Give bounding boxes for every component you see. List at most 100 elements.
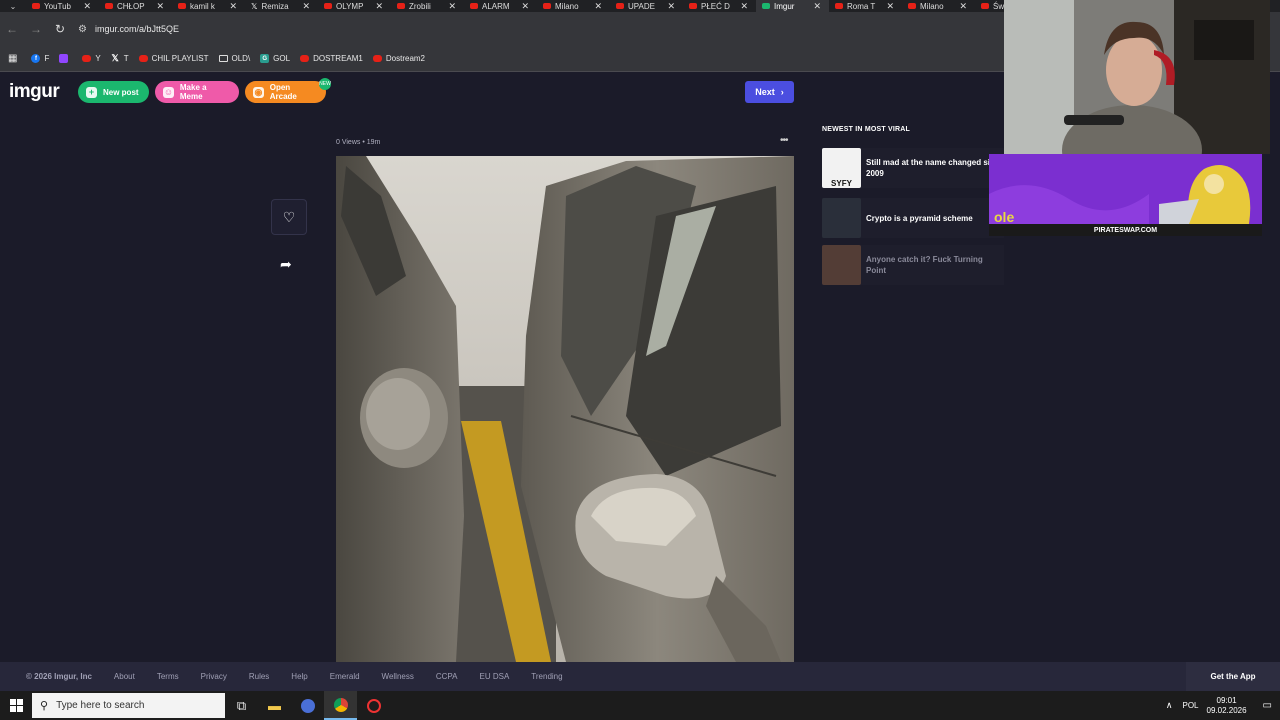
viral-thumbnail — [822, 198, 861, 238]
tab-close-icon[interactable]: ✕ — [959, 0, 967, 12]
chevron-up-icon[interactable]: ∧ — [1166, 700, 1173, 711]
ad-banner[interactable]: ole PIRATESWAP.COM — [989, 154, 1262, 236]
viral-item-title: Crypto is a pyramid scheme — [866, 213, 973, 223]
footer-link-wellness[interactable]: Wellness — [382, 672, 414, 681]
viral-item[interactable]: Crypto is a pyramid scheme — [822, 198, 1004, 238]
x-icon: 𝕏 — [111, 53, 119, 63]
bookmark-label: GOL — [273, 54, 291, 63]
tab-close-icon[interactable]: ✕ — [302, 0, 310, 12]
browser-tab[interactable]: 𝕏 Remiza ✕ — [245, 0, 318, 12]
plus-icon: + — [86, 86, 97, 98]
footer-link-emerald[interactable]: Emerald — [330, 672, 360, 681]
post-meta: 0 Views • 19m — [336, 139, 381, 146]
tab-close-icon[interactable]: ✕ — [156, 0, 164, 12]
bookmark-chil-playlist[interactable]: CHIL PLAYLIST — [138, 54, 209, 63]
tab-close-icon[interactable]: ✕ — [667, 0, 675, 12]
footer-link-about[interactable]: About — [114, 672, 135, 681]
youtube-icon — [543, 3, 551, 9]
footer-link-terms[interactable]: Terms — [157, 672, 179, 681]
youtube-icon — [82, 55, 92, 62]
url-field[interactable]: ⚙ imgur.com/a/bJtt5QE — [78, 24, 179, 35]
browser-tab[interactable]: kamil k ✕ — [172, 0, 245, 12]
viral-thumbnail — [822, 245, 861, 285]
clock[interactable]: 09:01 09.02.2026 — [1207, 696, 1247, 716]
youtube-icon — [616, 3, 624, 9]
bookmark-dostream1[interactable]: DOSTREAM1 — [300, 54, 363, 63]
browser-tab[interactable]: CHŁOP ✕ — [99, 0, 172, 12]
tab-label: OLYMP — [336, 1, 364, 11]
viral-item-title: Still mad at the name changed since 2009 — [866, 158, 1004, 178]
youtube-icon — [372, 55, 382, 62]
youtube-icon — [470, 3, 478, 9]
heart-icon[interactable]: ♡ — [271, 199, 307, 235]
browser-tab[interactable]: UPADE ✕ — [610, 0, 683, 12]
browser-tab[interactable]: Milano ✕ — [902, 0, 975, 12]
bookmark-x[interactable]: 𝕏T — [111, 53, 129, 63]
browser-tab-active[interactable]: Imgur ✕ — [756, 0, 829, 12]
imgur-logo[interactable]: imgur — [9, 81, 60, 103]
bookmark-folder-old[interactable]: OLD\ — [218, 54, 250, 63]
viral-item[interactable]: Anyone catch it? Fuck Turning Point — [822, 245, 1004, 285]
browser-tab[interactable]: OLYMP ✕ — [318, 0, 391, 12]
tab-close-icon[interactable]: ✕ — [813, 0, 821, 12]
viral-item[interactable]: SYFY Still mad at the name changed since… — [822, 148, 1004, 188]
notifications-icon[interactable]: ▭ — [1263, 700, 1272, 711]
bookmark-gol[interactable]: G GOL — [260, 54, 290, 63]
forward-icon[interactable]: → — [24, 22, 48, 36]
tab-close-icon[interactable]: ✕ — [740, 0, 748, 12]
browser-tab[interactable]: Milano ✕ — [537, 0, 610, 12]
browser-tab[interactable]: PŁEĆ D ✕ — [683, 0, 756, 12]
viral-thumbnail: SYFY — [822, 148, 861, 188]
more-options-icon[interactable]: ••• — [780, 135, 788, 146]
language-indicator[interactable]: POL — [1182, 701, 1198, 710]
obs-icon[interactable] — [291, 691, 324, 720]
tab-close-icon[interactable]: ✕ — [83, 0, 91, 12]
footer-link-eu-dsa[interactable]: EU DSA — [480, 672, 510, 681]
open-arcade-label: Open Arcade — [269, 83, 297, 101]
make-meme-button[interactable]: ☺ Make a Meme — [155, 81, 239, 103]
next-button[interactable]: Next › — [745, 81, 794, 103]
browser-tab[interactable]: Zrobili ✕ — [391, 0, 464, 12]
youtube-icon — [689, 3, 697, 9]
bookmark-dostream2[interactable]: Dostream2 — [372, 54, 425, 63]
clock-time: 09:01 — [1216, 695, 1237, 705]
windows-start-icon[interactable] — [0, 691, 32, 720]
sidebar-title: NEWEST IN MOST VIRAL — [822, 126, 910, 133]
bookmark-facebook[interactable]: fF — [31, 54, 49, 63]
file-explorer-icon[interactable]: ▬ — [258, 691, 291, 720]
footer-link-privacy[interactable]: Privacy — [201, 672, 227, 681]
reload-icon[interactable]: ↻ — [48, 22, 72, 36]
bookmark-label: T — [123, 54, 129, 63]
tab-close-icon[interactable]: ✕ — [521, 0, 529, 12]
share-arrow-icon[interactable]: ➦ — [280, 256, 292, 273]
tab-search-icon[interactable]: ⌄ — [0, 0, 26, 12]
apps-icon[interactable]: ▦ — [8, 53, 17, 64]
browser-tab[interactable]: Roma T ✕ — [829, 0, 902, 12]
open-arcade-button[interactable]: ◉ Open Arcade — [245, 81, 326, 103]
facebook-icon: f — [31, 54, 41, 63]
taskbar-search-input[interactable]: ⚲ Type here to search — [32, 693, 225, 718]
back-icon[interactable]: ← — [0, 22, 24, 36]
footer-link-ccpa[interactable]: CCPA — [436, 672, 458, 681]
footer-link-rules[interactable]: Rules — [249, 672, 269, 681]
site-info-icon[interactable]: ⚙ — [78, 24, 87, 35]
tab-close-icon[interactable]: ✕ — [448, 0, 456, 12]
task-view-icon[interactable]: ⧉ — [225, 691, 258, 720]
tab-close-icon[interactable]: ✕ — [594, 0, 602, 12]
footer-link-trending[interactable]: Trending — [531, 672, 562, 681]
folder-icon — [218, 55, 228, 62]
tab-close-icon[interactable]: ✕ — [886, 0, 894, 12]
bookmark-twitch[interactable] — [59, 54, 72, 63]
browser-tab[interactable]: YouTub ✕ — [26, 0, 99, 12]
bookmark-youtube[interactable]: Y — [82, 54, 101, 63]
chrome-icon[interactable] — [324, 691, 357, 720]
copyright-text: © 2026 Imgur, Inc — [26, 672, 92, 681]
get-app-button[interactable]: Get the App — [1186, 662, 1280, 691]
footer-link-help[interactable]: Help — [291, 672, 307, 681]
new-post-button[interactable]: + New post — [78, 81, 149, 103]
app-icon[interactable] — [357, 691, 390, 720]
browser-tab[interactable]: ALARM ✕ — [464, 0, 537, 12]
post-image[interactable] — [336, 156, 794, 662]
tab-close-icon[interactable]: ✕ — [375, 0, 383, 12]
tab-close-icon[interactable]: ✕ — [229, 0, 237, 12]
